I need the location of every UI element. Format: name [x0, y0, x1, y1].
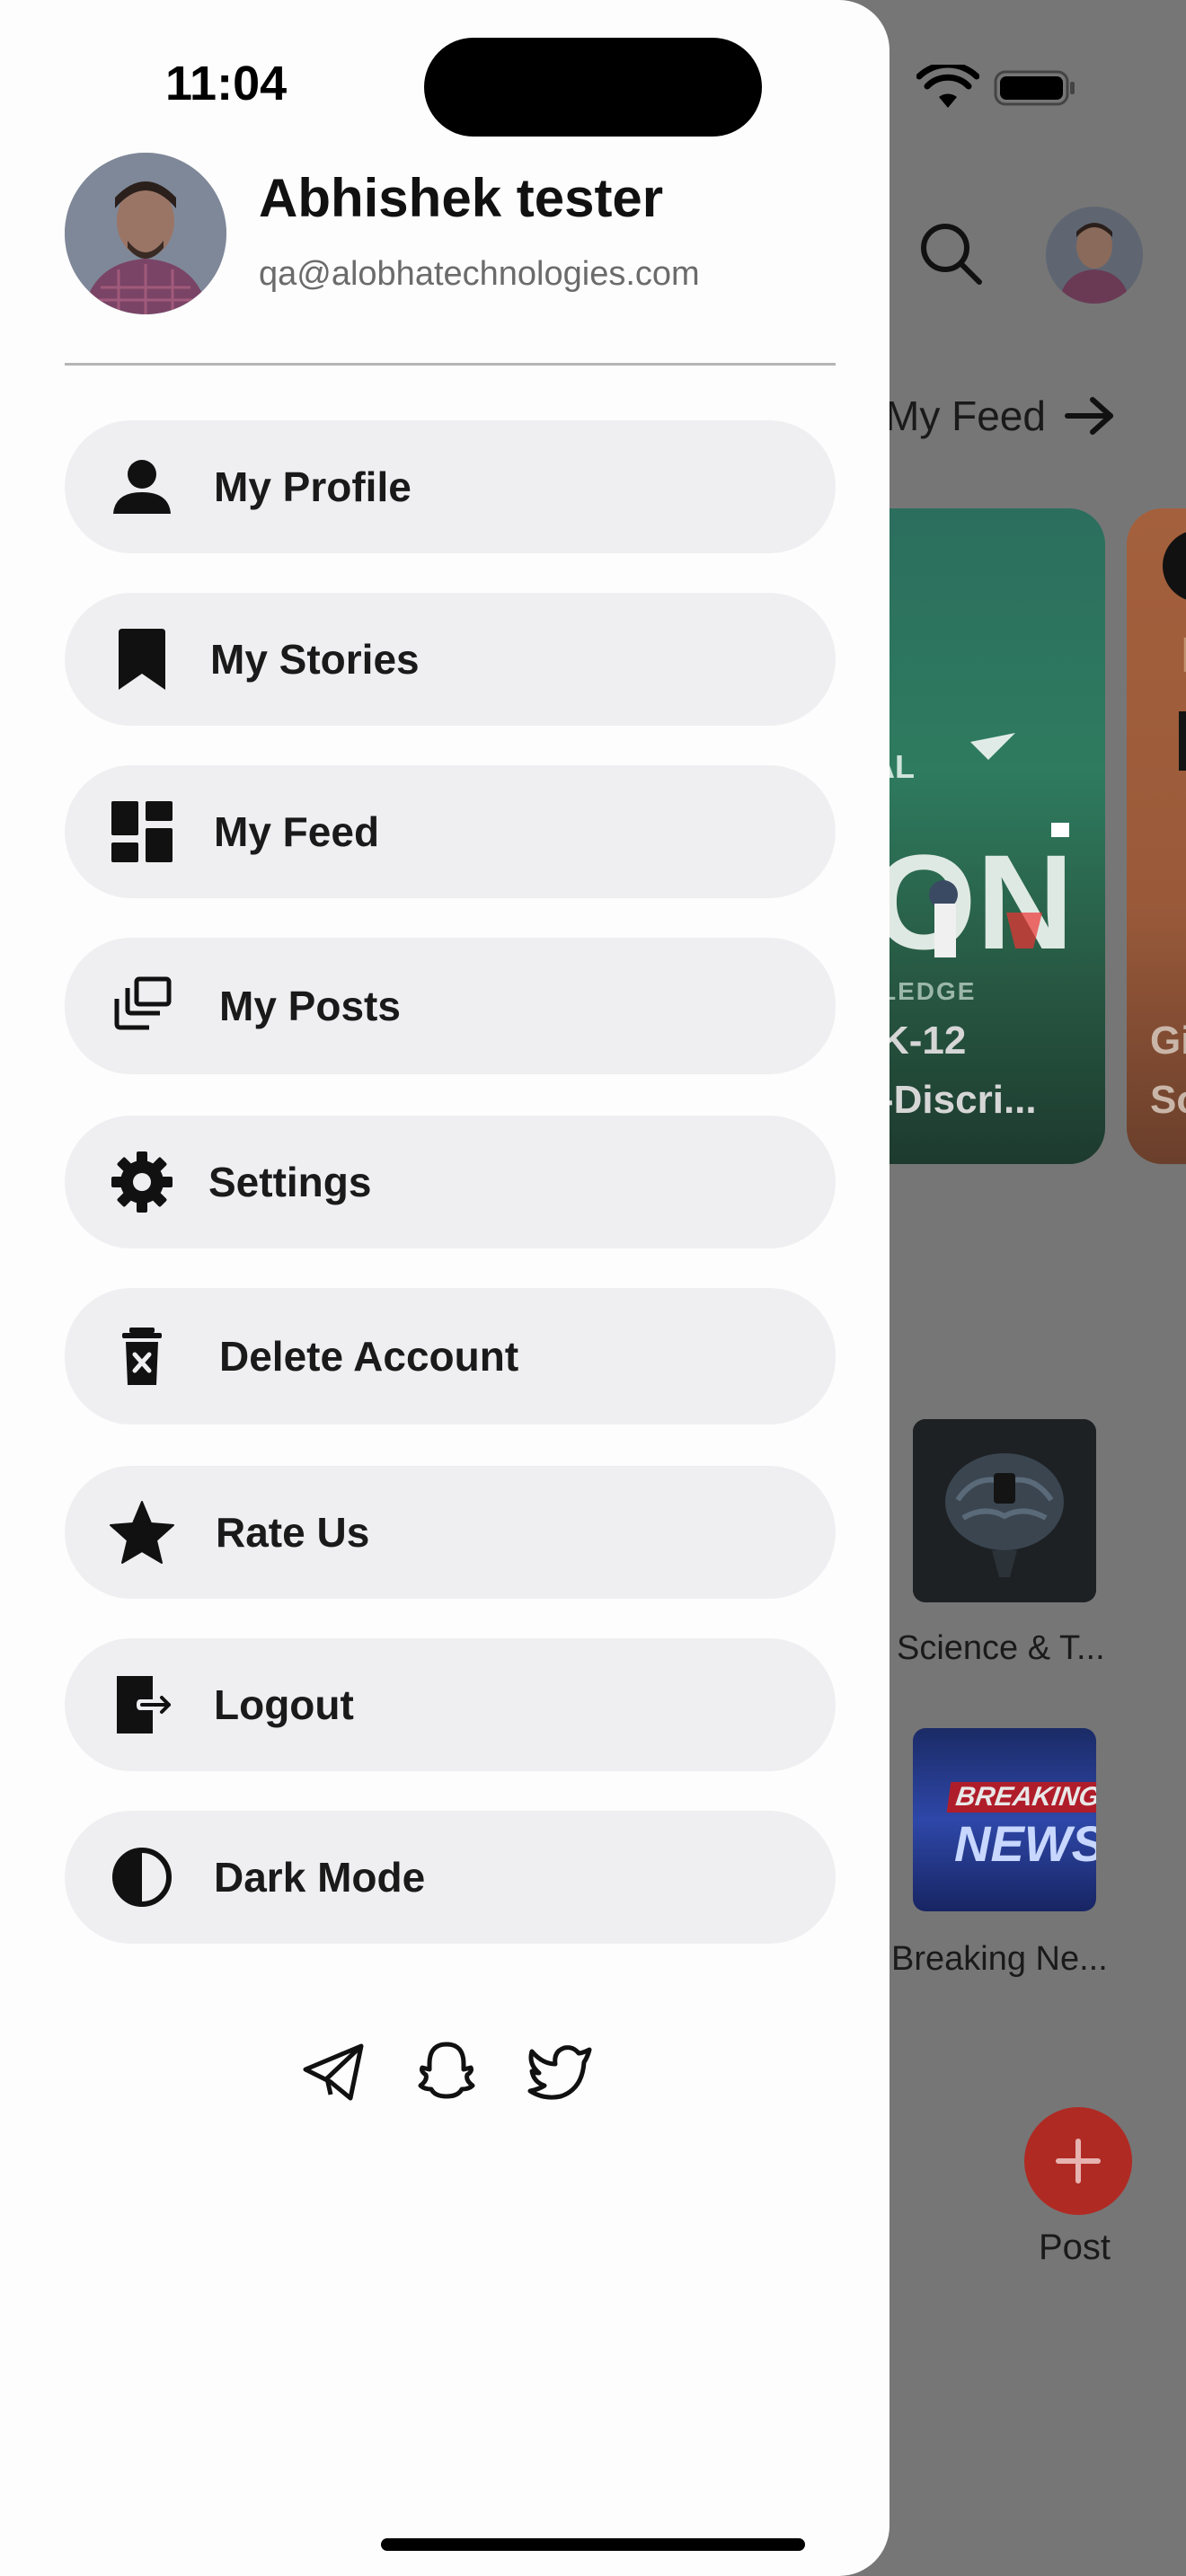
status-time: 11:04 [165, 57, 288, 110]
menu-item-logout[interactable]: Logout [65, 1638, 836, 1771]
card-caption: Gi So [1150, 1019, 1186, 1122]
news-tile-top: BREAKING [946, 1782, 1096, 1813]
dashboard-icon [106, 796, 178, 868]
menu-item-label: Rate Us [216, 1509, 370, 1556]
profile-email: qa@alobhatechnologies.com [259, 255, 700, 293]
header-avatar[interactable] [1046, 207, 1143, 304]
menu-item-label: Settings [208, 1159, 372, 1205]
brain-image [913, 1419, 1096, 1602]
home-indicator [381, 2538, 805, 2551]
feed-card[interactable]: L Gi So [1127, 508, 1186, 1164]
menu-item-my-profile[interactable]: My Profile [65, 420, 836, 553]
gear-icon [106, 1146, 178, 1218]
menu-item-label: Delete Account [219, 1333, 519, 1380]
category-label: Science & T... [897, 1629, 1105, 1667]
person-icon [106, 451, 178, 523]
profile-avatar[interactable] [65, 153, 226, 314]
menu-item-rate-us[interactable]: Rate Us [65, 1466, 836, 1599]
menu-item-label: Logout [214, 1681, 354, 1728]
bookmark-icon [106, 623, 178, 695]
card-badge [1163, 530, 1186, 602]
dynamic-island [424, 38, 762, 137]
menu-item-my-feed[interactable]: My Feed [65, 765, 836, 898]
svg-text:ON: ON [872, 826, 1074, 977]
menu-item-my-posts[interactable]: My Posts [65, 938, 836, 1074]
post-fab-button[interactable] [1024, 2107, 1132, 2215]
contrast-icon [106, 1841, 178, 1913]
card-tag: LEDGE [881, 977, 977, 1005]
search-icon[interactable] [916, 219, 985, 287]
menu-item-settings[interactable]: Settings [65, 1116, 836, 1248]
twitter-icon[interactable] [527, 2039, 593, 2105]
social-links [300, 2039, 593, 2105]
menu-item-label: Dark Mode [214, 1854, 426, 1901]
posts-stack-icon [106, 970, 178, 1042]
profile-name: Abhishek tester [259, 168, 664, 228]
menu-item-dark-mode[interactable]: Dark Mode [65, 1811, 836, 1944]
card-caption: K-12 -Discri... [881, 1019, 1037, 1122]
avatar-image [65, 153, 226, 314]
navigation-drawer: 11:04 Abhishek tester qa@alobhatechnolog… [0, 0, 890, 2576]
profile-divider [65, 363, 836, 366]
battery-icon [994, 70, 1075, 106]
post-label: Post [1039, 2228, 1111, 2267]
telegram-icon[interactable] [300, 2039, 367, 2105]
menu-item-delete-account[interactable]: Delete Account [65, 1288, 836, 1425]
category-label: Breaking Ne... [891, 1940, 1108, 1978]
wifi-icon [916, 65, 979, 108]
star-icon [106, 1496, 178, 1568]
logout-icon [106, 1669, 178, 1741]
menu-item-label: My Posts [219, 983, 401, 1029]
card-title: L [1181, 625, 1186, 684]
snapchat-icon[interactable] [413, 2039, 480, 2105]
menu-item-label: My Feed [214, 808, 380, 855]
category-tile-news[interactable]: BREAKING NEWS [913, 1728, 1096, 1911]
card-illustration: AL ON [872, 733, 1074, 977]
menu-item-label: My Stories [210, 636, 420, 683]
news-tile-bottom: NEWS [954, 1815, 1096, 1872]
card-block [1179, 711, 1186, 771]
menu-item-my-stories[interactable]: My Stories [65, 593, 836, 726]
trash-icon [106, 1320, 178, 1392]
my-feed-link[interactable]: My Feed [885, 392, 1116, 440]
category-tile-science[interactable] [913, 1419, 1096, 1602]
arrow-right-icon [1064, 397, 1113, 435]
plus-icon [1056, 2139, 1101, 2183]
my-feed-link-label: My Feed [885, 393, 1046, 439]
menu-item-label: My Profile [214, 463, 412, 510]
